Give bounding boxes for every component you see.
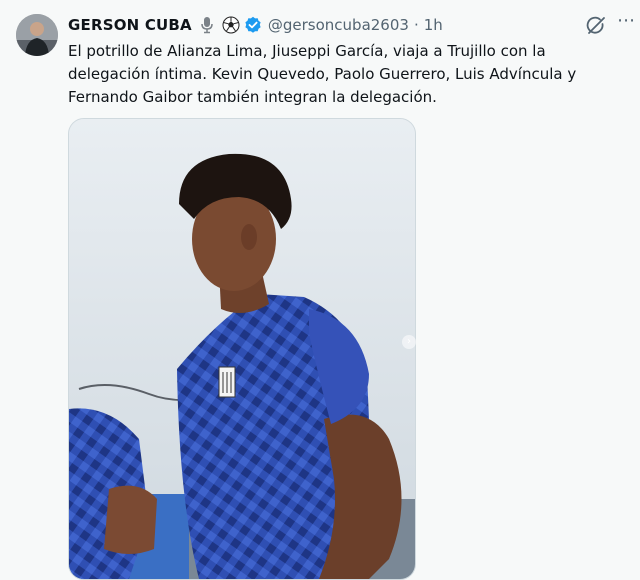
soccer-ball-icon [222, 16, 240, 34]
separator-dot: · [413, 16, 419, 34]
tweet-header: GERSON CUBA @gersoncuba2603 · 1h [68, 14, 443, 36]
carousel-next-button[interactable]: › [402, 335, 416, 349]
display-name[interactable]: GERSON CUBA [68, 16, 192, 34]
avatar[interactable] [16, 14, 58, 56]
timestamp[interactable]: 1h [424, 16, 443, 34]
more-icon[interactable]: ⋯ [616, 12, 636, 34]
user-handle[interactable]: @gersoncuba2603 [268, 16, 409, 34]
verified-badge-icon [244, 16, 262, 34]
grok-icon[interactable] [585, 15, 607, 37]
tweet[interactable]: GERSON CUBA @gersoncuba2603 · 1h ⋯ El po… [0, 0, 640, 580]
tweet-text: El potrillo de Alianza Lima, Jiuseppi Ga… [68, 42, 577, 106]
tweet-photo[interactable] [68, 118, 416, 580]
microphone-icon [198, 16, 216, 34]
